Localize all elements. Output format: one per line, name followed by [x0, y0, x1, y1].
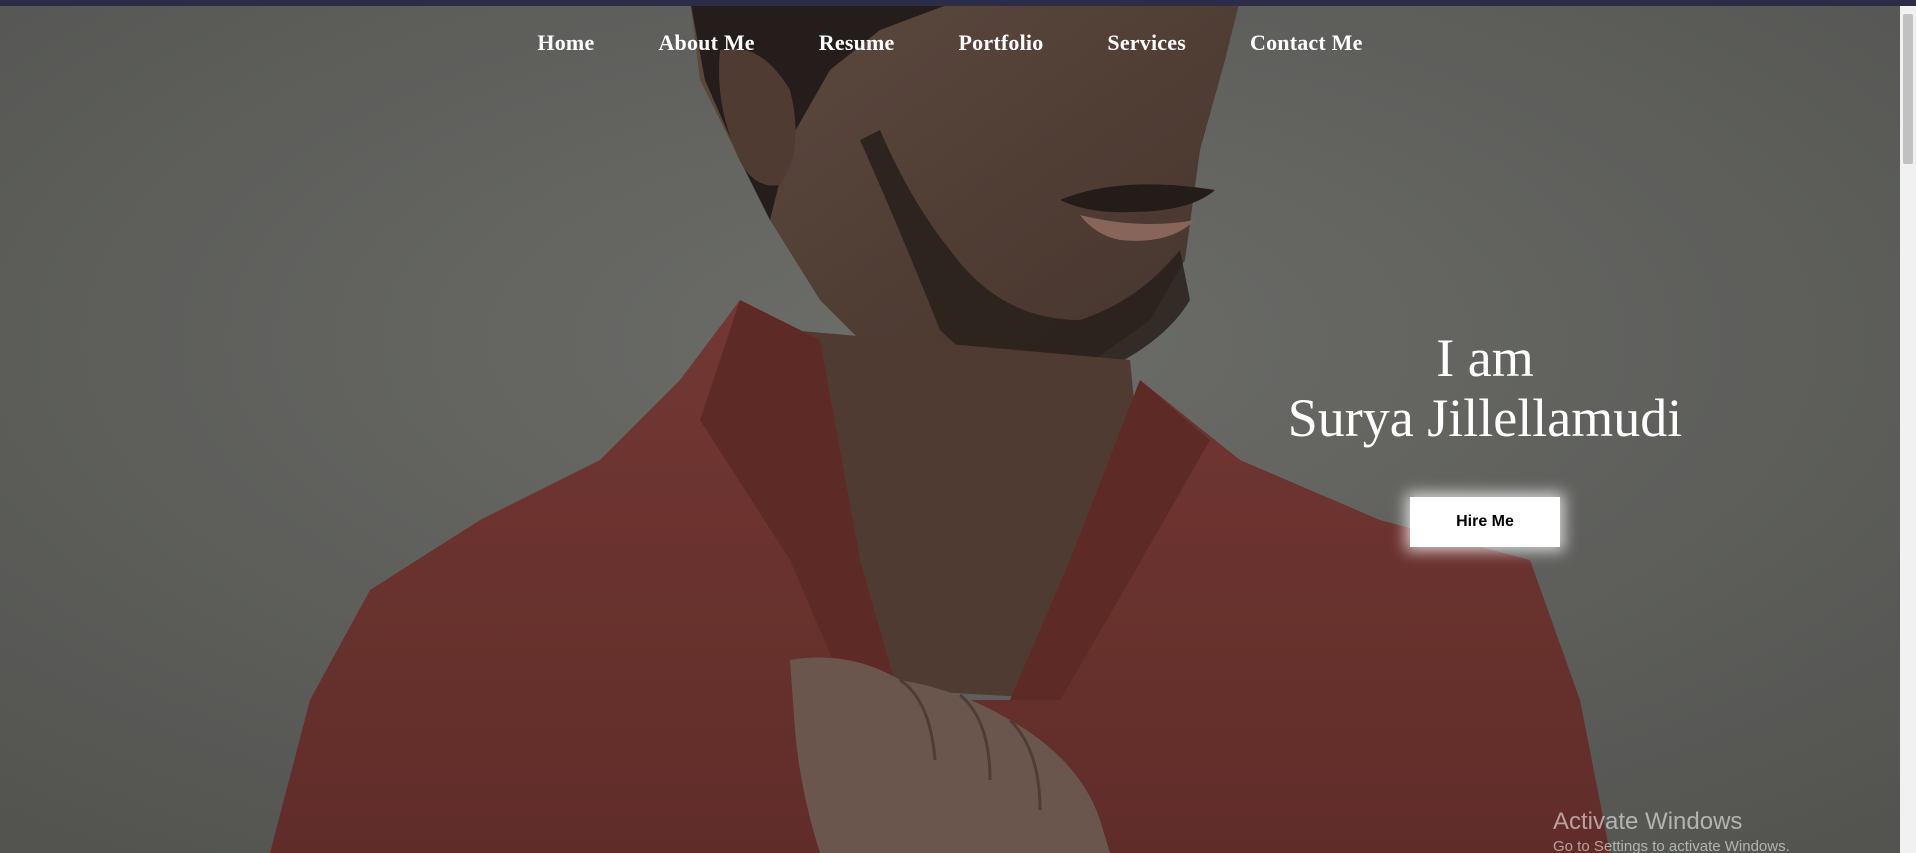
- nav-home[interactable]: Home: [505, 30, 626, 56]
- activate-windows-watermark: Activate Windows Go to Settings to activ…: [1553, 808, 1790, 853]
- hero-intro: I am: [1436, 328, 1534, 388]
- vertical-scrollbar[interactable]: [1900, 6, 1916, 853]
- nav-services[interactable]: Services: [1075, 30, 1218, 56]
- watermark-subtitle: Go to Settings to activate Windows.: [1553, 838, 1790, 853]
- page: Home About Me Resume Portfolio Services …: [0, 0, 1916, 853]
- main-nav: Home About Me Resume Portfolio Services …: [0, 30, 1900, 56]
- nav-about-me[interactable]: About Me: [626, 30, 786, 56]
- scrollbar-thumb[interactable]: [1903, 14, 1913, 164]
- hero-heading: I am Surya Jillellamudi: [1205, 328, 1765, 448]
- hero-name: Surya Jillellamudi: [1287, 388, 1683, 448]
- nav-contact-me[interactable]: Contact Me: [1218, 30, 1395, 56]
- top-strip: [0, 0, 1916, 6]
- nav-portfolio[interactable]: Portfolio: [927, 30, 1076, 56]
- hire-me-button[interactable]: Hire Me: [1410, 497, 1560, 547]
- nav-resume[interactable]: Resume: [787, 30, 927, 56]
- watermark-title: Activate Windows: [1553, 808, 1743, 835]
